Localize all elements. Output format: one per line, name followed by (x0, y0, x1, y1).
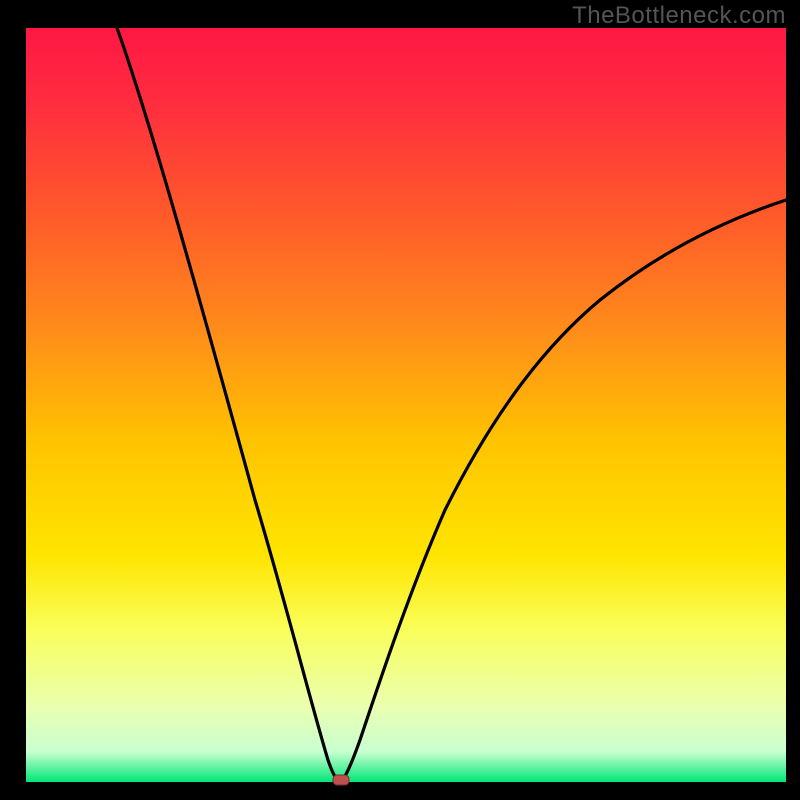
watermark-text: TheBottleneck.com (572, 2, 786, 30)
chart-frame (0, 0, 800, 800)
chart-svg (0, 0, 800, 800)
plot-background (26, 28, 786, 782)
optimal-marker (333, 775, 349, 785)
